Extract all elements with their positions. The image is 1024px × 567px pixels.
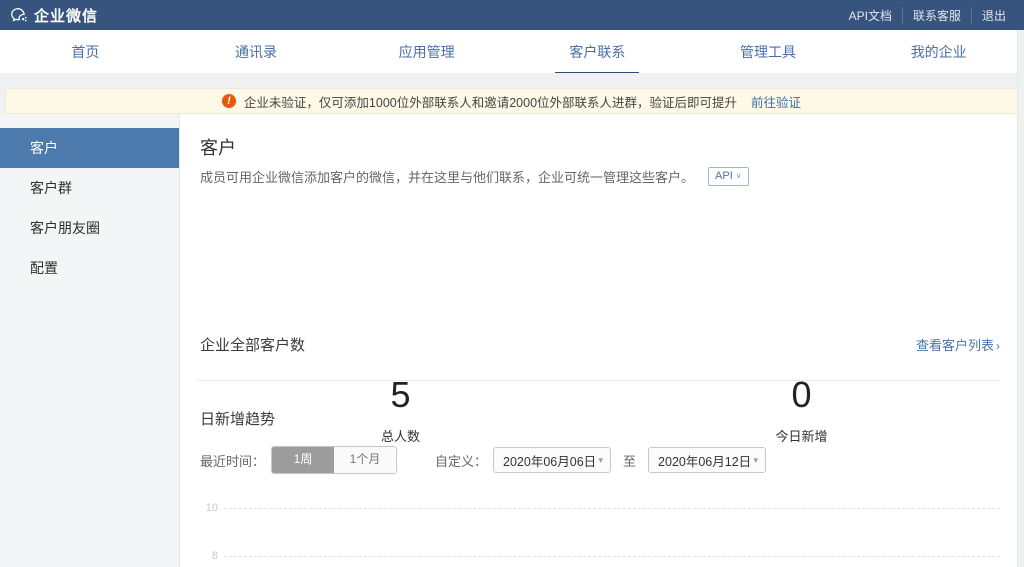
tab-app-management[interactable]: 应用管理: [341, 30, 512, 73]
main-nav: 首页 通讯录 应用管理 客户联系 管理工具 我的企业: [0, 30, 1024, 73]
vertical-scrollbar[interactable]: [1017, 30, 1024, 567]
stats-row: 5 总人数 0 今日新增: [200, 374, 1002, 445]
tab-my-enterprise[interactable]: 我的企业: [853, 30, 1024, 73]
sidebar-item-customer-moments[interactable]: 客户朋友圈: [0, 208, 179, 248]
api-dropdown-button[interactable]: API ∨: [708, 167, 749, 185]
verification-warning-banner: ! 企业未验证，仅可添加1000位外部联系人和邀请2000位外部联系人进群，验证…: [5, 88, 1018, 114]
custom-range-label: 自定义：: [435, 451, 487, 470]
dashed-gridline: [224, 556, 1000, 557]
recent-time-label: 最近时间：: [200, 451, 265, 470]
trend-controls: 最近时间： 1周 1个月 自定义： 2020年06月06日 ▾ 至 2020年0…: [200, 447, 766, 473]
sidebar-item-settings[interactable]: 配置: [0, 248, 179, 288]
topbar: 企业微信 API文档 联系客服 退出: [0, 0, 1024, 30]
total-customers-section-title: 企业全部客户数: [200, 334, 305, 355]
sidebar: 客户 客户群 客户朋友圈 配置: [0, 114, 180, 567]
y-tick-10: 10: [200, 502, 218, 514]
contact-support-link[interactable]: 联系客服: [902, 7, 971, 24]
caret-down-icon: ▾: [754, 455, 759, 466]
daily-trend-section-title: 日新增趋势: [200, 408, 275, 429]
go-verify-link[interactable]: 前往验证: [751, 92, 801, 111]
warning-icon: !: [222, 94, 236, 108]
tab-customer-contact[interactable]: 客户联系: [512, 30, 683, 73]
brand: 企业微信: [10, 5, 98, 26]
page-title: 客户: [200, 134, 236, 160]
view-customer-list-link[interactable]: 查看客户列表›: [916, 335, 1000, 354]
sidebar-item-customers[interactable]: 客户: [0, 128, 179, 168]
toggle-1-month[interactable]: 1个月: [334, 447, 396, 473]
logout-link[interactable]: 退出: [971, 7, 1016, 24]
to-label: 至: [623, 451, 636, 470]
tab-management-tools[interactable]: 管理工具: [683, 30, 854, 73]
tab-contacts[interactable]: 通讯录: [171, 30, 342, 73]
chevron-right-icon: ›: [996, 339, 1000, 353]
stat-new-today: 0 今日新增: [601, 374, 1002, 445]
chevron-down-icon: ∨: [736, 172, 742, 181]
stat-new-today-label: 今日新增: [601, 426, 1002, 445]
date-to-select[interactable]: 2020年06月12日 ▾: [648, 447, 766, 473]
tab-home[interactable]: 首页: [0, 30, 171, 73]
topbar-links: API文档 联系客服 退出: [839, 7, 1016, 24]
warning-text: 企业未验证，仅可添加1000位外部联系人和邀请2000位外部联系人进群，验证后即…: [244, 92, 737, 111]
toggle-1-week[interactable]: 1周: [272, 447, 334, 473]
y-tick-8: 8: [200, 550, 218, 562]
chart-gridline-10: 10: [200, 502, 1000, 514]
chart-gridline-8: 8: [200, 550, 1000, 562]
section-divider: [198, 380, 1000, 381]
brand-title: 企业微信: [34, 5, 98, 26]
caret-down-icon: ▾: [599, 455, 604, 466]
dashed-gridline: [224, 508, 1000, 509]
date-from-select[interactable]: 2020年06月06日 ▾: [493, 447, 611, 473]
api-docs-link[interactable]: API文档: [839, 7, 902, 24]
main-content: 客户 成员可用企业微信添加客户的微信，并在这里与他们联系，企业可统一管理这些客户…: [181, 114, 1017, 567]
sidebar-item-customer-groups[interactable]: 客户群: [0, 168, 179, 208]
wecom-logo-icon: [10, 6, 28, 24]
time-range-toggle: 1周 1个月: [271, 446, 397, 474]
page-description: 成员可用企业微信添加客户的微信，并在这里与他们联系，企业可统一管理这些客户。: [200, 167, 694, 186]
